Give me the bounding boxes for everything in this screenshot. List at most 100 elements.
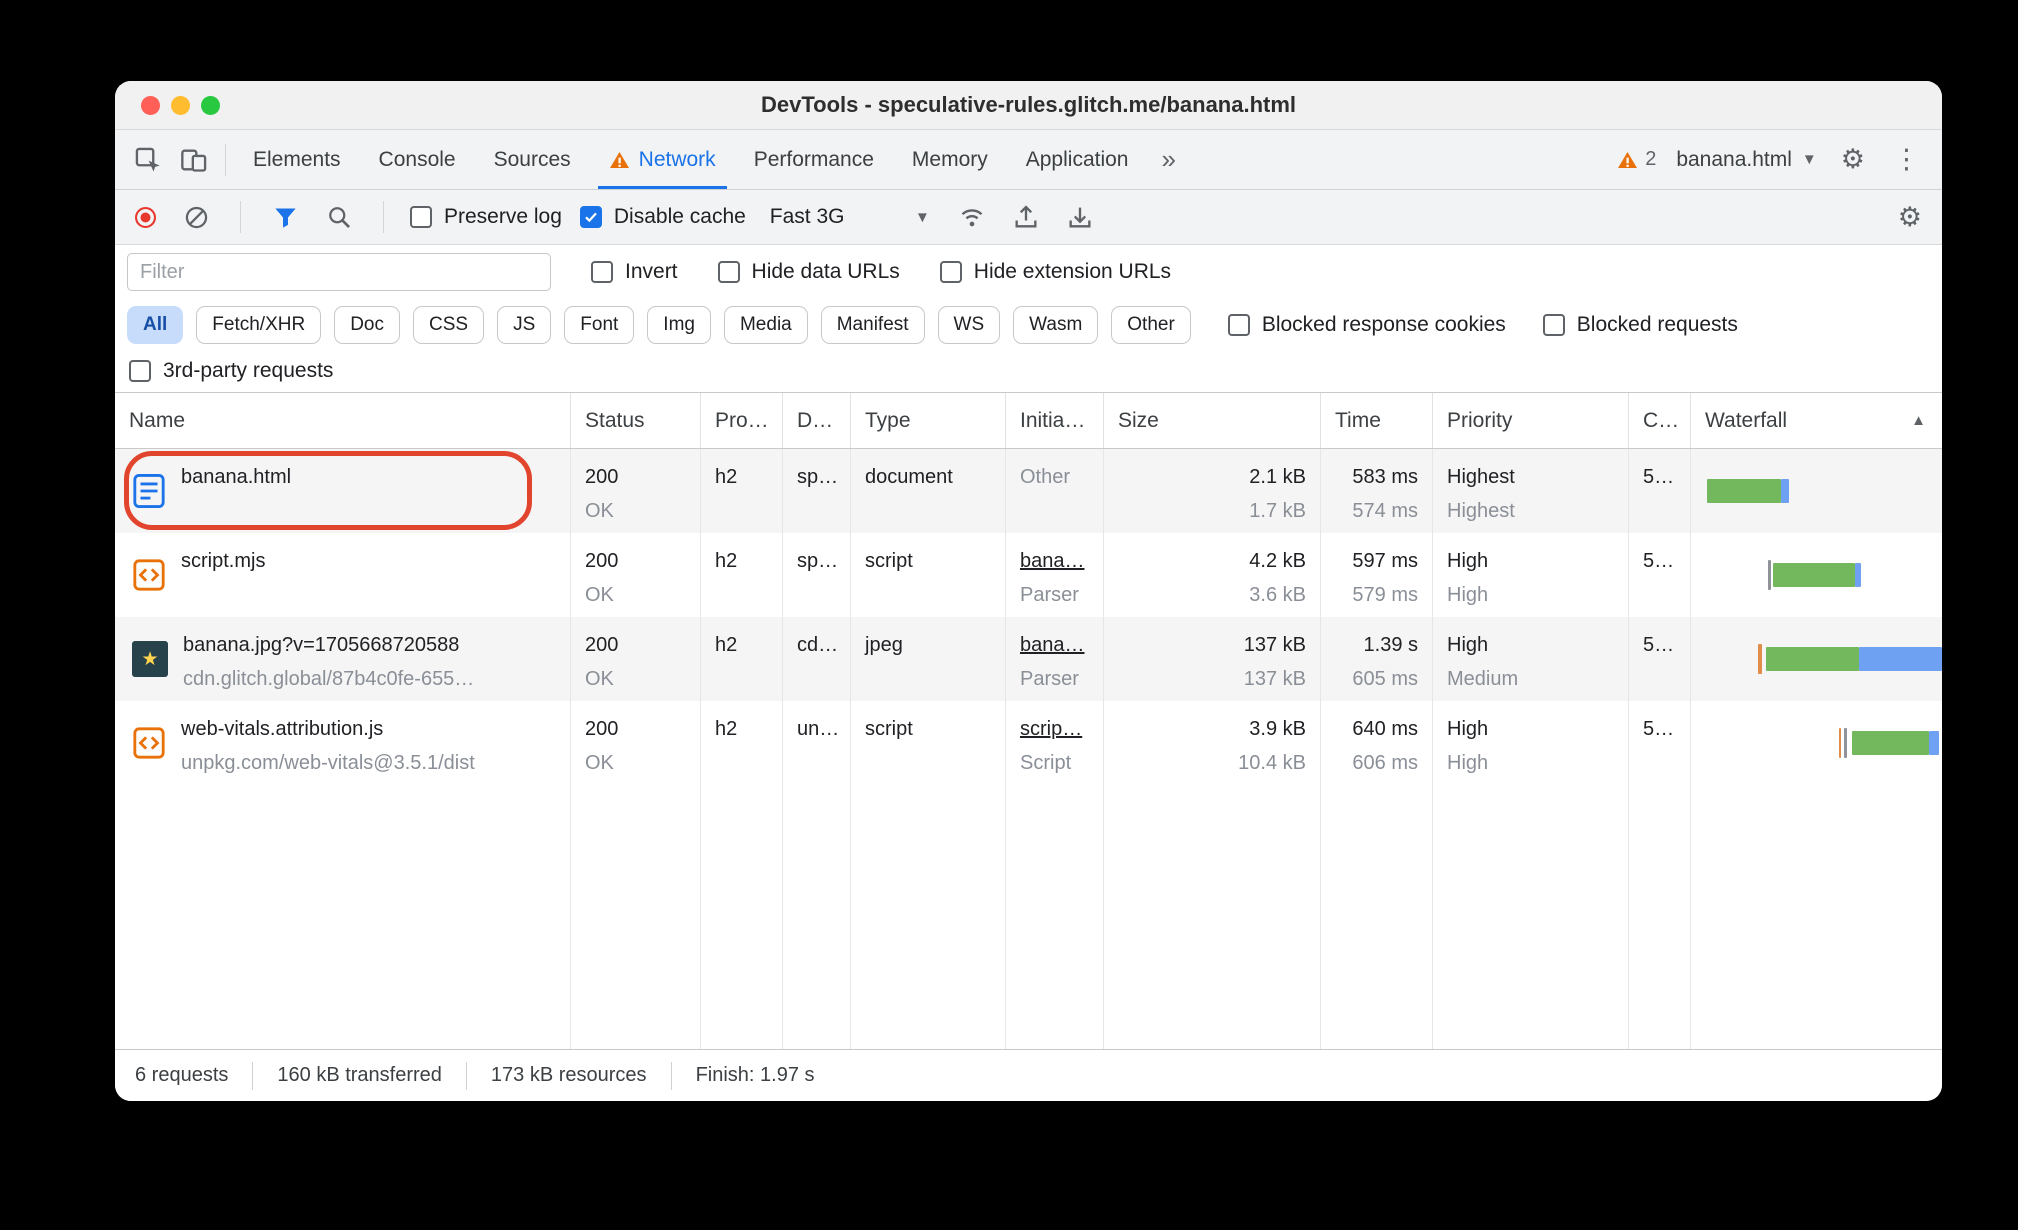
size: 137 kB: [1243, 634, 1306, 656]
chip-js[interactable]: JS: [497, 305, 552, 344]
chip-doc[interactable]: Doc: [334, 305, 400, 344]
close-button[interactable]: [141, 95, 160, 115]
column-header-status[interactable]: Status: [571, 393, 701, 448]
waterfall-cell[interactable]: [1691, 449, 1942, 533]
chip-fetch-xhr[interactable]: Fetch/XHR: [196, 305, 322, 344]
hide-extension-urls-checkbox[interactable]: Hide extension URLs: [939, 260, 1171, 284]
overflow-menu-button[interactable]: ⋮: [1889, 144, 1924, 175]
tab-sources[interactable]: Sources: [475, 130, 590, 189]
tab-memory[interactable]: Memory: [893, 130, 1007, 189]
name-cell[interactable]: web-vitals.attribution.js unpkg.com/web-…: [115, 701, 571, 785]
column-header-time[interactable]: Time: [1321, 393, 1433, 448]
chip-img[interactable]: Img: [647, 305, 711, 344]
waterfall-bar: [1691, 449, 1942, 533]
connection-cell: 5…: [1629, 533, 1691, 617]
chip-font[interactable]: Font: [564, 305, 635, 344]
preserve-log-checkbox[interactable]: Preserve log: [410, 205, 562, 229]
checkbox-unchecked[interactable]: [129, 360, 151, 382]
checkbox-unchecked[interactable]: [410, 206, 432, 228]
third-party-checkbox[interactable]: 3rd-party requests: [129, 359, 333, 383]
size: 3.9 kB: [1249, 718, 1306, 740]
chip-media[interactable]: Media: [723, 305, 808, 344]
export-har-button[interactable]: [1062, 199, 1098, 235]
chip-wasm[interactable]: Wasm: [1013, 305, 1099, 344]
import-har-button[interactable]: [1008, 199, 1044, 235]
size: 4.2 kB: [1249, 550, 1306, 572]
blocked-requests-checkbox[interactable]: Blocked requests: [1542, 313, 1738, 337]
column-header-type[interactable]: Type: [851, 393, 1006, 448]
initiator-link[interactable]: bana…: [1020, 543, 1089, 579]
tab-performance[interactable]: Performance: [735, 130, 893, 189]
clear-network-log-button[interactable]: [178, 199, 214, 235]
size-cell: 137 kB 137 kB: [1104, 617, 1321, 701]
chip-all[interactable]: All: [127, 305, 184, 344]
zoom-button[interactable]: [201, 95, 220, 115]
name-cell[interactable]: ★ banana.jpg?v=1705668720588 cdn.glitch.…: [115, 617, 571, 701]
search-button[interactable]: [321, 199, 357, 235]
column-header-name[interactable]: Name: [115, 393, 571, 448]
more-tabs-button[interactable]: »: [1147, 130, 1189, 189]
column-header-waterfall[interactable]: Waterfall ▲: [1691, 393, 1942, 448]
status-cell: 200 OK: [571, 449, 701, 533]
table-row-web-vitals[interactable]: web-vitals.attribution.js unpkg.com/web-…: [115, 701, 1942, 785]
waterfall-cell[interactable]: [1691, 617, 1942, 701]
device-toolbar-button[interactable]: [171, 139, 217, 181]
initiator-link[interactable]: scrip…: [1020, 711, 1089, 747]
name-cell[interactable]: banana.html: [115, 449, 571, 533]
disable-cache-checkbox[interactable]: Disable cache: [579, 205, 746, 229]
settings-button[interactable]: ⚙: [1837, 144, 1869, 175]
column-header-size[interactable]: Size: [1104, 393, 1321, 448]
request-domain-sub: unpkg.com/web-vitals@3.5.1/dist: [181, 752, 475, 774]
record-network-log-button[interactable]: [135, 206, 156, 228]
checkbox-unchecked[interactable]: [1227, 313, 1250, 336]
size-sub: 1.7 kB: [1249, 500, 1306, 522]
chip-ws[interactable]: WS: [937, 305, 1001, 344]
chip-manifest[interactable]: Manifest: [820, 305, 925, 344]
network-settings-button[interactable]: ⚙: [1894, 202, 1926, 233]
tab-application[interactable]: Application: [1007, 130, 1148, 189]
table-row-banana-jpg[interactable]: ★ banana.jpg?v=1705668720588 cdn.glitch.…: [115, 617, 1942, 701]
hide-data-urls-checkbox[interactable]: Hide data URLs: [717, 260, 900, 284]
initiator-link[interactable]: bana…: [1020, 627, 1089, 663]
divider: [240, 201, 241, 233]
tab-console[interactable]: Console: [360, 130, 475, 189]
waterfall-cell[interactable]: [1691, 701, 1942, 785]
column-header-protocol[interactable]: Pro…: [701, 393, 783, 448]
throttling-dropdown[interactable]: Fast 3G ▼: [764, 205, 936, 229]
column-header-domain[interactable]: D…: [783, 393, 851, 448]
name-cell[interactable]: script.mjs: [115, 533, 571, 617]
column-header-initiator[interactable]: Initia…: [1006, 393, 1104, 448]
chip-other[interactable]: Other: [1111, 305, 1191, 344]
checkbox-unchecked[interactable]: [717, 261, 740, 283]
sort-ascending-icon: ▲: [1911, 412, 1926, 429]
column-header-connection[interactable]: C…: [1629, 393, 1691, 448]
title-bar: DevTools - speculative-rules.glitch.me/b…: [115, 81, 1942, 130]
checkbox-unchecked[interactable]: [1542, 313, 1565, 336]
size: 2.1 kB: [1249, 466, 1306, 488]
blocked-response-cookies-checkbox[interactable]: Blocked response cookies: [1227, 313, 1506, 337]
issues-counter[interactable]: 2: [1617, 148, 1656, 171]
status-cell: 200 OK: [571, 617, 701, 701]
priority: Highest: [1447, 466, 1515, 488]
table-row-banana-html[interactable]: banana.html 200 OK h2 sp… document Other…: [115, 449, 1942, 533]
minimize-button[interactable]: [171, 95, 190, 115]
column-header-priority[interactable]: Priority: [1433, 393, 1629, 448]
priority: High: [1447, 634, 1489, 656]
tab-elements[interactable]: Elements: [234, 130, 360, 189]
invert-checkbox[interactable]: Invert: [591, 260, 678, 284]
chip-css[interactable]: CSS: [413, 305, 485, 344]
filter-toggle-button[interactable]: [267, 199, 303, 235]
table-row-script-mjs[interactable]: script.mjs 200 OK h2 sp… script bana… Pa…: [115, 533, 1942, 617]
checkbox-unchecked[interactable]: [591, 261, 613, 283]
waterfall-cell[interactable]: [1691, 533, 1942, 617]
network-conditions-button[interactable]: [954, 199, 990, 235]
connection-id: 5…: [1643, 550, 1675, 572]
checkbox-checked[interactable]: [579, 206, 602, 228]
checkbox-unchecked[interactable]: [939, 261, 962, 283]
filter-row: Invert Hide data URLs Hide extension URL…: [115, 245, 1942, 299]
tab-network[interactable]: Network: [590, 130, 735, 189]
inspect-element-button[interactable]: [125, 139, 171, 181]
filter-input[interactable]: [127, 253, 551, 291]
divider: [225, 143, 226, 176]
context-selector[interactable]: banana.html ▼: [1676, 148, 1816, 172]
